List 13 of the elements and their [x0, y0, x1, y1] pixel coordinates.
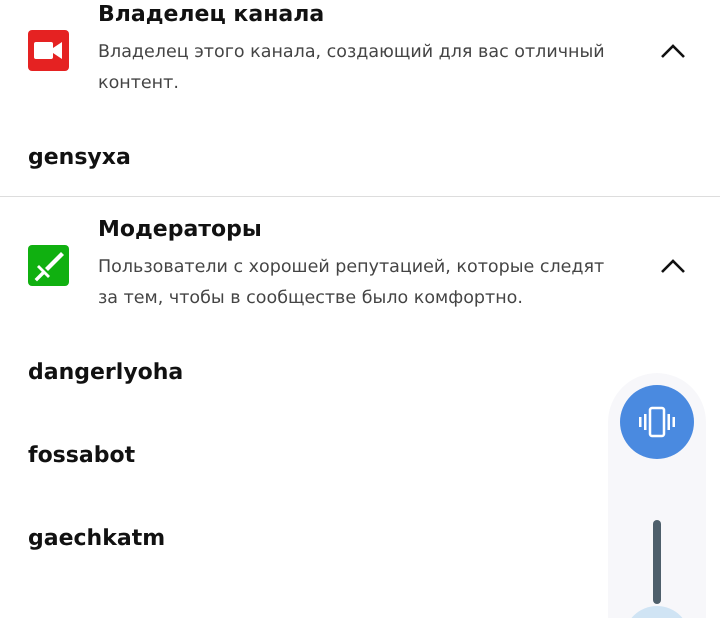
- vibrate-button[interactable]: [620, 385, 694, 459]
- member-name[interactable]: gensyxa: [28, 143, 131, 172]
- section-title: Модераторы: [98, 217, 263, 242]
- section-description: Владелец этого канала, создающий для вас отличный контент.: [98, 41, 606, 95]
- member-name[interactable]: fossabot: [28, 441, 136, 470]
- volume-slider-track[interactable]: [653, 520, 661, 604]
- vibrate-icon: [637, 405, 677, 439]
- chevron-up-icon[interactable]: [660, 42, 686, 58]
- member-name[interactable]: dangerlyoha: [28, 358, 184, 387]
- section-description: Пользователи с хорошей репутацией, которые следят за тем, чтобы в сообществе было комфортно.: [98, 256, 606, 310]
- chevron-up-icon[interactable]: [660, 258, 686, 274]
- section-title: Владелец канала: [98, 2, 326, 27]
- member-name[interactable]: gaechkatm: [28, 524, 166, 553]
